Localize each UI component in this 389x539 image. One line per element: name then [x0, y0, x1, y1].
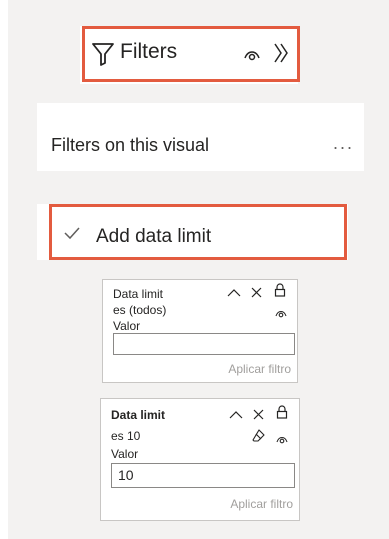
data-limit-card-applied: Data limit es 10 Valor 10 Aplicar filtro [100, 398, 300, 521]
close-icon[interactable] [253, 407, 264, 425]
card-field-name: Data limit [111, 408, 166, 422]
value-input[interactable] [113, 333, 295, 355]
apply-filter-button[interactable]: Aplicar filtro [228, 362, 291, 376]
card-field-name: Data limit [113, 287, 164, 301]
filter-icon [92, 42, 114, 71]
filter-condition: es (todos) [113, 303, 167, 317]
add-data-limit-item[interactable]: Add data limit [37, 204, 348, 260]
lock-icon[interactable] [274, 283, 286, 302]
double-chevron-right-icon[interactable] [273, 42, 289, 69]
chevron-up-icon[interactable] [227, 285, 241, 303]
data-limit-card-collapsed: Data limit es (todos) Valor Aplicar filt… [102, 279, 298, 383]
filters-title: Filters [120, 40, 178, 63]
value-input[interactable]: 10 [111, 463, 295, 488]
add-data-limit-label: Add data limit [96, 226, 212, 247]
eye-icon[interactable] [276, 431, 288, 449]
more-options-icon[interactable]: ... [333, 133, 354, 154]
chevron-up-icon[interactable] [229, 407, 243, 425]
filter-condition: es 10 [111, 429, 141, 443]
checkmark-icon [64, 226, 80, 245]
section-title: Filters on this visual [51, 135, 210, 155]
lock-icon[interactable] [276, 405, 288, 424]
filters-header: Filters [80, 26, 300, 84]
eye-icon[interactable] [275, 305, 287, 323]
apply-filter-button[interactable]: Aplicar filtro [230, 497, 293, 511]
eraser-icon[interactable] [252, 429, 265, 447]
value-label: Valor [113, 319, 141, 333]
close-icon[interactable] [251, 285, 262, 303]
filters-on-visual-section: Filters on this visual ... [37, 103, 364, 171]
eye-icon[interactable] [244, 48, 260, 66]
value-label: Valor [111, 447, 139, 461]
header-highlight-box [82, 26, 300, 82]
